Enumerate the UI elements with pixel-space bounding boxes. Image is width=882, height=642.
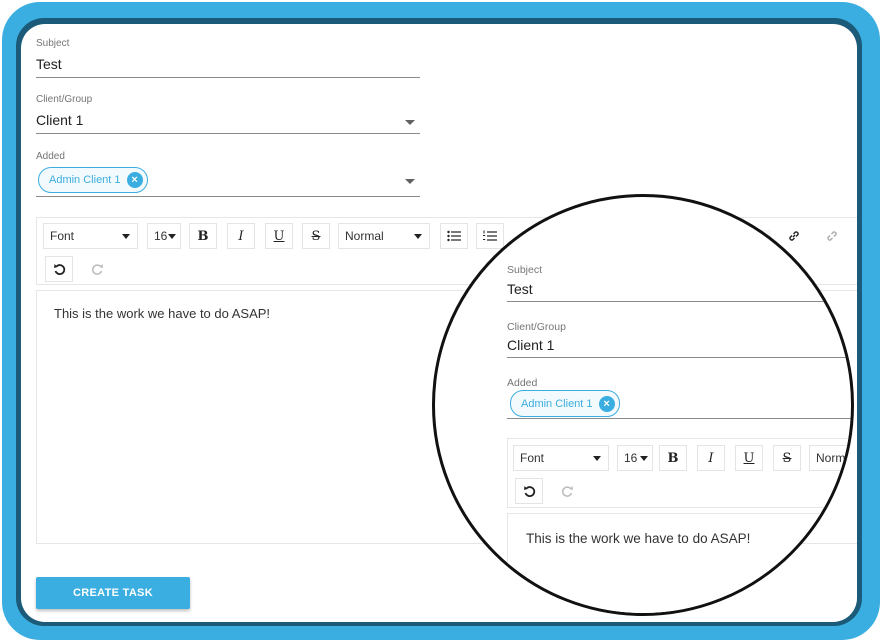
chip-remove-icon[interactable]: × xyxy=(126,172,143,188)
added-dropdown-icon[interactable] xyxy=(405,179,415,184)
zoom-undo-button xyxy=(515,478,543,504)
added-underline xyxy=(36,196,420,197)
size-select[interactable]: 16 xyxy=(147,223,181,249)
redo-button[interactable] xyxy=(83,256,111,282)
italic-button[interactable]: I xyxy=(227,223,255,249)
zoom-heading-select-label: Normal xyxy=(816,451,854,465)
zoom-chip-remove-icon: × xyxy=(598,395,615,412)
undo-icon xyxy=(53,263,65,275)
zoom-size-select-label: 16 xyxy=(624,451,638,465)
client-dropdown-icon[interactable] xyxy=(405,120,415,125)
task-form-screen: Subject Test Client/Group Client 1 Added… xyxy=(21,24,857,622)
link-button[interactable] xyxy=(780,223,808,249)
subject-underline xyxy=(36,77,420,78)
zoom-italic-button: I xyxy=(697,445,725,471)
font-select[interactable]: Font xyxy=(43,223,138,249)
zoom-magnifier: Subject Test Client/Group Client 1 Added… xyxy=(432,194,854,616)
bullet-list-icon xyxy=(447,230,461,242)
heading-select-label: Normal xyxy=(345,229,384,243)
zoom-editor-content: This is the work we have to do ASAP! xyxy=(526,531,751,546)
ordered-list-icon xyxy=(483,230,497,241)
chevron-down-icon xyxy=(122,234,130,239)
bullet-list-button[interactable] xyxy=(440,223,468,249)
heading-select[interactable]: Normal xyxy=(338,223,430,249)
chevron-down-icon xyxy=(593,456,601,461)
undo-icon xyxy=(523,485,535,497)
chevron-down-icon xyxy=(168,234,176,239)
underline-button[interactable]: U xyxy=(265,223,293,249)
unlink-icon xyxy=(827,231,837,241)
undo-button[interactable] xyxy=(45,256,73,282)
strikethrough-button[interactable]: S xyxy=(302,223,330,249)
size-select-label: 16 xyxy=(154,229,168,243)
redo-icon xyxy=(91,263,103,275)
zoom-client-value: Client 1 xyxy=(507,337,555,353)
unlink-button[interactable] xyxy=(818,223,846,249)
create-task-button[interactable]: CREATE TASK xyxy=(36,577,190,609)
link-icon xyxy=(789,231,799,241)
client-label: Client/Group xyxy=(36,94,93,105)
redo-icon xyxy=(561,485,573,497)
subject-label: Subject xyxy=(36,38,70,49)
zoom-strikethrough-button: S xyxy=(773,445,801,471)
added-chip-label: Admin Client 1 xyxy=(49,174,121,186)
chevron-down-icon xyxy=(640,456,648,461)
zoom-subject-underline xyxy=(507,301,851,302)
zoom-underline-button: U xyxy=(735,445,763,471)
zoom-added-chip: Admin Client 1 × xyxy=(510,390,620,417)
zoom-redo-button xyxy=(553,478,581,504)
zoom-added-chip-label: Admin Client 1 xyxy=(521,397,593,410)
zoom-font-select-label: Font xyxy=(520,451,545,465)
font-select-label: Font xyxy=(50,229,75,243)
client-select[interactable]: Client 1 xyxy=(36,112,83,128)
editor-content[interactable]: This is the work we have to do ASAP! xyxy=(54,306,270,321)
client-underline xyxy=(36,133,420,134)
subject-input[interactable]: Test xyxy=(36,56,62,72)
zoom-client-underline xyxy=(507,357,851,358)
zoom-size-select: 16 xyxy=(617,445,653,471)
zoom-subject-value: Test xyxy=(507,281,533,297)
zoom-client-label: Client/Group xyxy=(507,321,566,333)
zoom-font-select: Font xyxy=(513,445,609,471)
zoom-subject-label: Subject xyxy=(507,264,543,276)
added-chip: Admin Client 1 × xyxy=(38,167,148,193)
added-label: Added xyxy=(36,151,65,162)
chevron-down-icon xyxy=(414,234,422,239)
zoom-heading-select: Normal xyxy=(809,445,854,471)
zoom-added-label: Added xyxy=(507,377,538,389)
zoom-added-underline xyxy=(507,418,851,419)
ordered-list-button[interactable] xyxy=(476,223,504,249)
bold-button[interactable]: B xyxy=(189,223,217,249)
zoom-bold-button: B xyxy=(659,445,687,471)
zoom-editor-area xyxy=(507,513,851,613)
